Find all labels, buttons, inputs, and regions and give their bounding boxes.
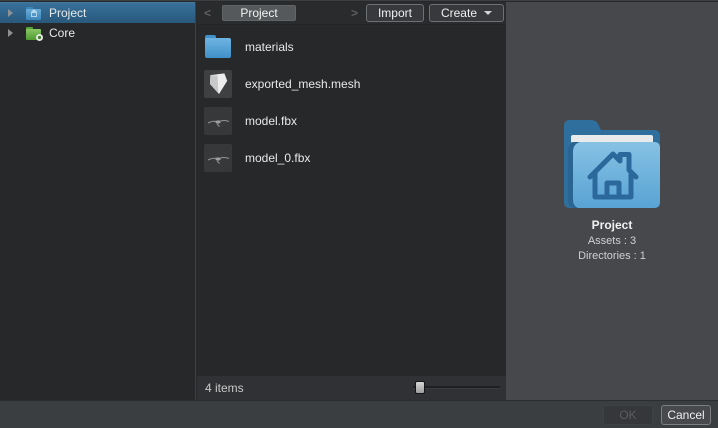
file-name-label: exported_mesh.mesh xyxy=(245,77,360,91)
fbx-model-thumbnail-icon xyxy=(204,107,232,135)
file-browser-panel: < Project > Import Create materials expo… xyxy=(197,2,506,400)
fbx-model-thumbnail-icon xyxy=(204,144,232,172)
asset-preview-panel: Project Assets : 3 Directories : 1 xyxy=(506,2,718,400)
breadcrumb-project-button[interactable]: Project xyxy=(222,5,296,21)
file-list: materials exported_mesh.mesh xyxy=(197,24,506,376)
import-button[interactable]: Import xyxy=(366,4,424,22)
file-row-model-0-fbx[interactable]: model_0.fbx xyxy=(197,139,506,176)
create-button-label: Create xyxy=(441,6,477,20)
tree-item-core[interactable]: Core xyxy=(0,23,195,43)
dialog-button-bar: OK Cancel xyxy=(0,400,718,428)
tree-item-label: Core xyxy=(49,26,75,40)
slider-handle[interactable] xyxy=(415,381,425,394)
file-name-label: materials xyxy=(245,40,294,54)
preview-directories-count: Directories : 1 xyxy=(506,250,718,262)
asset-browser-dialog: Project Core < Project > Import Create xyxy=(0,0,718,428)
tree-item-label: Project xyxy=(49,6,86,20)
slider-track[interactable] xyxy=(413,386,500,389)
project-folder-preview-icon xyxy=(554,106,670,214)
folder-thumbnail-icon xyxy=(204,33,232,61)
project-home-folder-icon xyxy=(26,6,42,20)
file-row-model-fbx[interactable]: model.fbx xyxy=(197,102,506,139)
file-row-materials[interactable]: materials xyxy=(197,28,506,65)
file-row-exported-mesh[interactable]: exported_mesh.mesh xyxy=(197,65,506,102)
browser-toolbar: < Project > Import Create xyxy=(197,2,506,24)
ok-button[interactable]: OK xyxy=(603,405,653,425)
create-button[interactable]: Create xyxy=(429,4,504,22)
preview-assets-count: Assets : 3 xyxy=(506,235,718,247)
core-folder-icon xyxy=(26,26,42,40)
file-name-label: model_0.fbx xyxy=(245,151,310,165)
item-count-label: 4 items xyxy=(205,381,244,395)
chevron-down-icon xyxy=(484,11,492,15)
expand-caret-icon[interactable] xyxy=(8,9,13,17)
cancel-button[interactable]: Cancel xyxy=(661,405,711,425)
folder-tree-panel: Project Core xyxy=(0,2,196,400)
tree-item-project[interactable]: Project xyxy=(0,2,195,23)
thumbnail-size-slider[interactable] xyxy=(413,381,500,394)
forward-button[interactable]: > xyxy=(351,6,358,20)
browser-status-bar: 4 items xyxy=(197,376,506,400)
preview-title: Project xyxy=(506,218,718,232)
file-name-label: model.fbx xyxy=(245,114,297,128)
expand-caret-icon[interactable] xyxy=(8,29,13,37)
mesh-thumbnail-icon xyxy=(204,70,232,98)
back-button[interactable]: < xyxy=(204,6,211,20)
